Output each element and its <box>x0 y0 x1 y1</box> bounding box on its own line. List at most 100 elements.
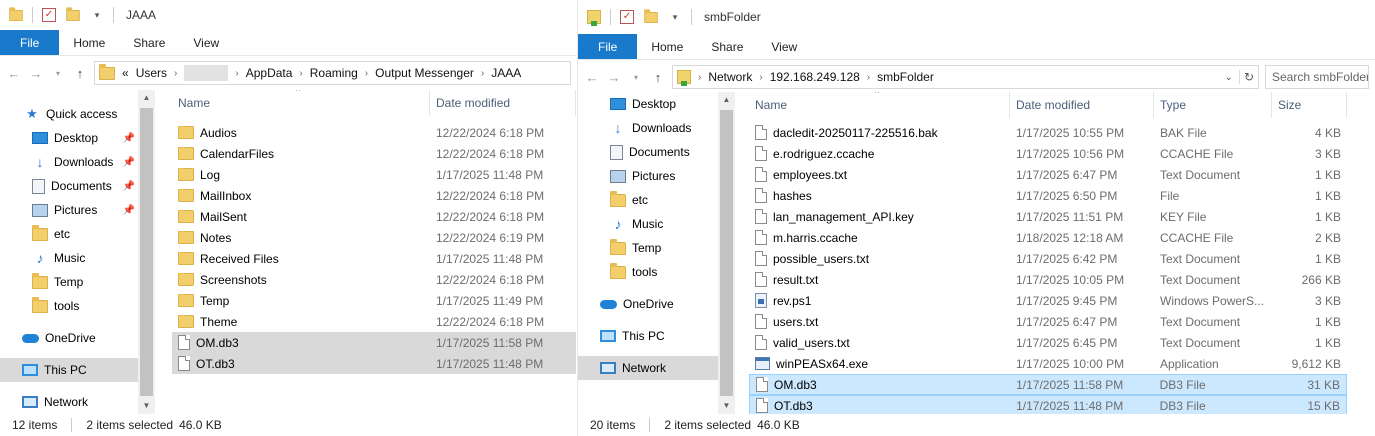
file-row[interactable]: Log 1/17/2025 11:48 PM <box>172 164 576 185</box>
file-row[interactable]: dacledit-20250117-225516.bak 1/17/2025 10… <box>749 122 1347 143</box>
tab-file[interactable]: File <box>0 30 60 55</box>
search-input[interactable]: Search smbFolder <box>1265 65 1369 89</box>
tab-file[interactable]: File <box>578 34 638 59</box>
scrollbar-thumb[interactable] <box>720 110 733 396</box>
chevron-right-icon[interactable]: › <box>365 68 368 79</box>
nav-item-downloads[interactable]: ↓ Downloads 📌 <box>578 116 736 140</box>
back-arrow-icon[interactable]: ← <box>584 70 600 85</box>
address-bar[interactable]: › Network › 192.168.249.128 › smbFolder … <box>672 65 1259 89</box>
file-row[interactable]: rev.ps1 1/17/2025 9:45 PM Windows PowerS..… <box>749 290 1347 311</box>
up-arrow-icon[interactable]: ↑ <box>72 66 88 81</box>
tab-home[interactable]: Home <box>637 34 697 59</box>
file-row[interactable]: Received Files 1/17/2025 11:48 PM <box>172 248 576 269</box>
file-row[interactable]: OT.db3 1/17/2025 11:48 PM <box>172 353 576 374</box>
folder-icon[interactable] <box>8 6 24 23</box>
recent-locations-icon[interactable]: ▾ <box>50 69 66 78</box>
nav-item-documents[interactable]: Documents 📌 <box>0 174 155 198</box>
nav-item-pictures[interactable]: Pictures 📌 <box>0 198 155 222</box>
tab-share[interactable]: Share <box>119 30 179 55</box>
nav-item-pictures[interactable]: Pictures 📌 <box>578 164 736 188</box>
nav-scrollbar[interactable]: ▲ ▼ <box>138 90 155 414</box>
file-row[interactable]: Theme 12/22/2024 6:18 PM <box>172 311 576 332</box>
breadcrumb-item[interactable]: JAAA <box>491 66 521 80</box>
column-header-name[interactable]: Name <box>172 90 430 116</box>
breadcrumb-item[interactable]: 192.168.249.128 <box>770 70 860 84</box>
file-row[interactable]: OT.db3 1/17/2025 11:48 PM DB3 File 15 KB <box>749 395 1347 414</box>
nav-item-etc[interactable]: etc <box>578 188 736 212</box>
file-row[interactable]: Audios 12/22/2024 6:18 PM <box>172 122 576 143</box>
refresh-icon[interactable]: ↻ <box>1238 70 1254 84</box>
file-row[interactable]: MailInbox 12/22/2024 6:18 PM <box>172 185 576 206</box>
file-row[interactable]: winPEASx64.exe 1/17/2025 10:00 PM Applicat… <box>749 353 1347 374</box>
column-header-date[interactable]: Date modified <box>430 90 576 116</box>
chevron-right-icon[interactable]: › <box>174 68 177 79</box>
tab-view[interactable]: View <box>179 30 233 55</box>
nav-item-documents[interactable]: Documents 📌 <box>578 140 736 164</box>
nav-item-onedrive[interactable]: OneDrive <box>578 292 736 316</box>
back-arrow-icon[interactable]: ← <box>6 66 22 81</box>
tab-home[interactable]: Home <box>59 30 119 55</box>
file-row[interactable]: possible_users.txt 1/17/2025 6:42 PM Text … <box>749 248 1347 269</box>
tab-view[interactable]: View <box>757 34 811 59</box>
column-header-date[interactable]: Date modified <box>1010 92 1154 118</box>
nav-item-network[interactable]: Network <box>0 390 155 414</box>
nav-item-downloads[interactable]: ↓ Downloads 📌 <box>0 150 155 174</box>
file-row[interactable]: lan_management_API.key 1/17/2025 11:51 PM… <box>749 206 1347 227</box>
file-row[interactable]: MailSent 12/22/2024 6:18 PM <box>172 206 576 227</box>
scroll-down-icon[interactable]: ▼ <box>718 398 735 414</box>
chevron-right-icon[interactable]: › <box>867 72 870 83</box>
nav-item-network[interactable]: Network <box>578 356 718 380</box>
address-bar[interactable]: « Users › › AppData › Roaming › Output M… <box>94 61 571 85</box>
file-row[interactable]: valid_users.txt 1/17/2025 6:45 PM Text Doc… <box>749 332 1347 353</box>
chevron-right-icon[interactable]: › <box>759 72 762 83</box>
chevron-right-icon[interactable]: › <box>235 68 238 79</box>
address-dropdown-icon[interactable]: ⌄ <box>1225 72 1233 83</box>
network-folder-icon[interactable] <box>586 9 602 26</box>
nav-item-temp[interactable]: Temp <box>578 236 736 260</box>
forward-arrow-icon[interactable]: → <box>28 66 44 81</box>
file-row[interactable]: Screenshots 12/22/2024 6:18 PM <box>172 269 576 290</box>
customize-toolbar-icon[interactable]: ▾ <box>89 7 105 23</box>
breadcrumb-overflow[interactable]: « <box>122 66 129 80</box>
scroll-down-icon[interactable]: ▼ <box>138 398 155 414</box>
nav-item-tools[interactable]: tools <box>0 294 155 318</box>
new-folder-icon[interactable] <box>65 6 81 23</box>
column-header-type[interactable]: Type <box>1154 92 1272 118</box>
customize-toolbar-icon[interactable]: ▾ <box>667 9 683 25</box>
nav-item-this-pc[interactable]: This PC <box>0 358 138 382</box>
scrollbar-thumb[interactable] <box>140 108 153 396</box>
file-row[interactable]: employees.txt 1/17/2025 6:47 PM Text Docum… <box>749 164 1347 185</box>
forward-arrow-icon[interactable]: → <box>606 70 622 85</box>
column-header-size[interactable]: Size <box>1272 92 1347 118</box>
properties-icon[interactable]: ✓ <box>619 9 635 25</box>
nav-item-desktop[interactable]: Desktop 📌 <box>0 126 155 150</box>
file-row[interactable]: Temp 1/17/2025 11:49 PM <box>172 290 576 311</box>
nav-scrollbar[interactable]: ▲ ▼ <box>718 92 735 414</box>
nav-item-music[interactable]: ♪ Music <box>578 212 736 236</box>
file-row[interactable]: users.txt 1/17/2025 6:47 PM Text Document 1… <box>749 311 1347 332</box>
nav-item-onedrive[interactable]: OneDrive <box>0 326 155 350</box>
file-row[interactable]: result.txt 1/17/2025 10:05 PM Text Documen… <box>749 269 1347 290</box>
scroll-up-icon[interactable]: ▲ <box>718 92 735 108</box>
recent-locations-icon[interactable]: ▾ <box>628 73 644 82</box>
nav-item-etc[interactable]: etc <box>0 222 155 246</box>
breadcrumb-item[interactable]: Network <box>708 70 752 84</box>
tab-share[interactable]: Share <box>697 34 757 59</box>
chevron-right-icon[interactable]: › <box>698 72 701 83</box>
scroll-up-icon[interactable]: ▲ <box>138 90 155 106</box>
breadcrumb-item[interactable]: AppData <box>246 66 293 80</box>
file-row[interactable]: OM.db3 1/17/2025 11:58 PM <box>172 332 576 353</box>
file-row[interactable]: Notes 12/22/2024 6:19 PM <box>172 227 576 248</box>
column-header-name[interactable]: Name <box>749 92 1010 118</box>
file-row[interactable]: OM.db3 1/17/2025 11:58 PM DB3 File 31 KB <box>749 374 1347 395</box>
breadcrumb-item[interactable]: Users <box>136 66 167 80</box>
nav-item-this-pc[interactable]: This PC <box>578 324 736 348</box>
breadcrumb-item[interactable]: Output Messenger <box>375 66 474 80</box>
file-row[interactable]: m.harris.ccache 1/18/2025 12:18 AM CCACHE … <box>749 227 1347 248</box>
nav-item-quick-access[interactable]: ★ Quick access <box>0 102 155 126</box>
breadcrumb-item[interactable]: smbFolder <box>877 70 934 84</box>
properties-icon[interactable]: ✓ <box>41 7 57 23</box>
breadcrumb-item[interactable]: Roaming <box>310 66 358 80</box>
up-arrow-icon[interactable]: ↑ <box>650 70 666 85</box>
new-folder-icon[interactable] <box>643 8 659 25</box>
